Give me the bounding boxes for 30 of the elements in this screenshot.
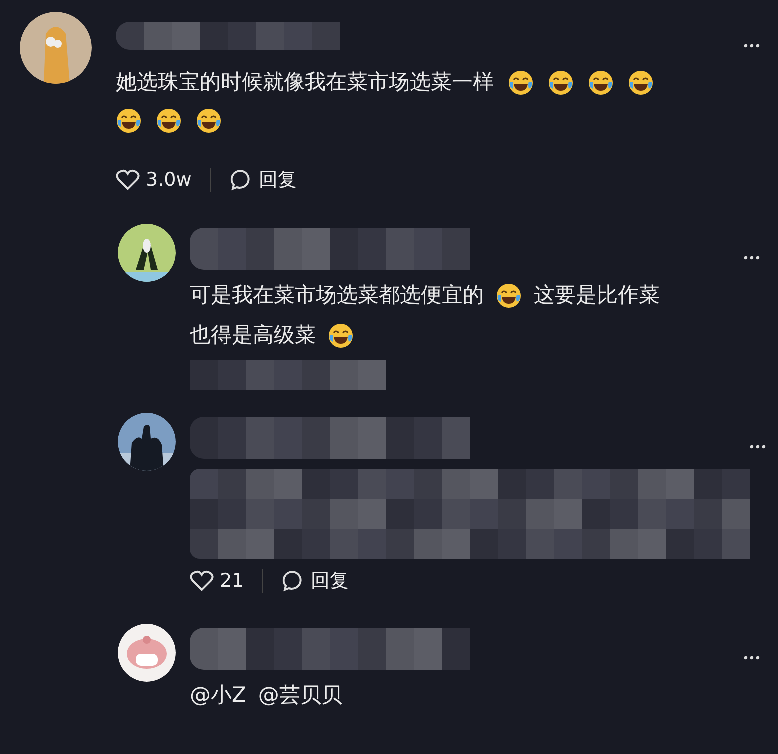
avatar[interactable] — [118, 624, 176, 682]
more-icon[interactable] — [750, 445, 766, 449]
laughing-emoji-icon — [196, 108, 222, 134]
more-icon[interactable] — [744, 44, 760, 48]
avatar[interactable] — [20, 12, 92, 84]
comment-text: 这要是比作菜 — [534, 283, 660, 309]
comment-text: 也得是高级菜 — [190, 323, 316, 349]
reply-button[interactable]: 回复 — [258, 167, 297, 193]
laughing-emoji-icon — [548, 70, 574, 96]
comment-text: 可是我在菜市场选菜都选便宜的 — [190, 283, 484, 309]
comment-text: 她选珠宝的时候就像我在菜市场选菜一样 — [116, 70, 494, 96]
like-count: 21 — [220, 570, 244, 592]
heart-icon[interactable] — [190, 570, 214, 592]
reply-button[interactable]: 回复 — [311, 568, 350, 594]
laughing-emoji-icon — [496, 283, 522, 309]
laughing-emoji-icon — [328, 323, 354, 349]
laughing-emoji-icon — [588, 70, 614, 96]
heart-icon[interactable] — [116, 169, 140, 191]
more-icon[interactable] — [744, 256, 760, 260]
laughing-emoji-icon — [156, 108, 182, 134]
avatar[interactable] — [118, 224, 176, 282]
comment-text: @小Z — [190, 683, 246, 709]
avatar[interactable] — [118, 413, 176, 471]
laughing-emoji-icon — [508, 70, 534, 96]
comment-text: @芸贝贝 — [258, 683, 342, 709]
laughing-emoji-icon — [628, 70, 654, 96]
more-icon[interactable] — [744, 656, 760, 660]
comment-icon[interactable] — [228, 168, 253, 192]
laughing-emoji-icon — [116, 108, 142, 134]
like-count: 3.0w — [146, 169, 192, 191]
